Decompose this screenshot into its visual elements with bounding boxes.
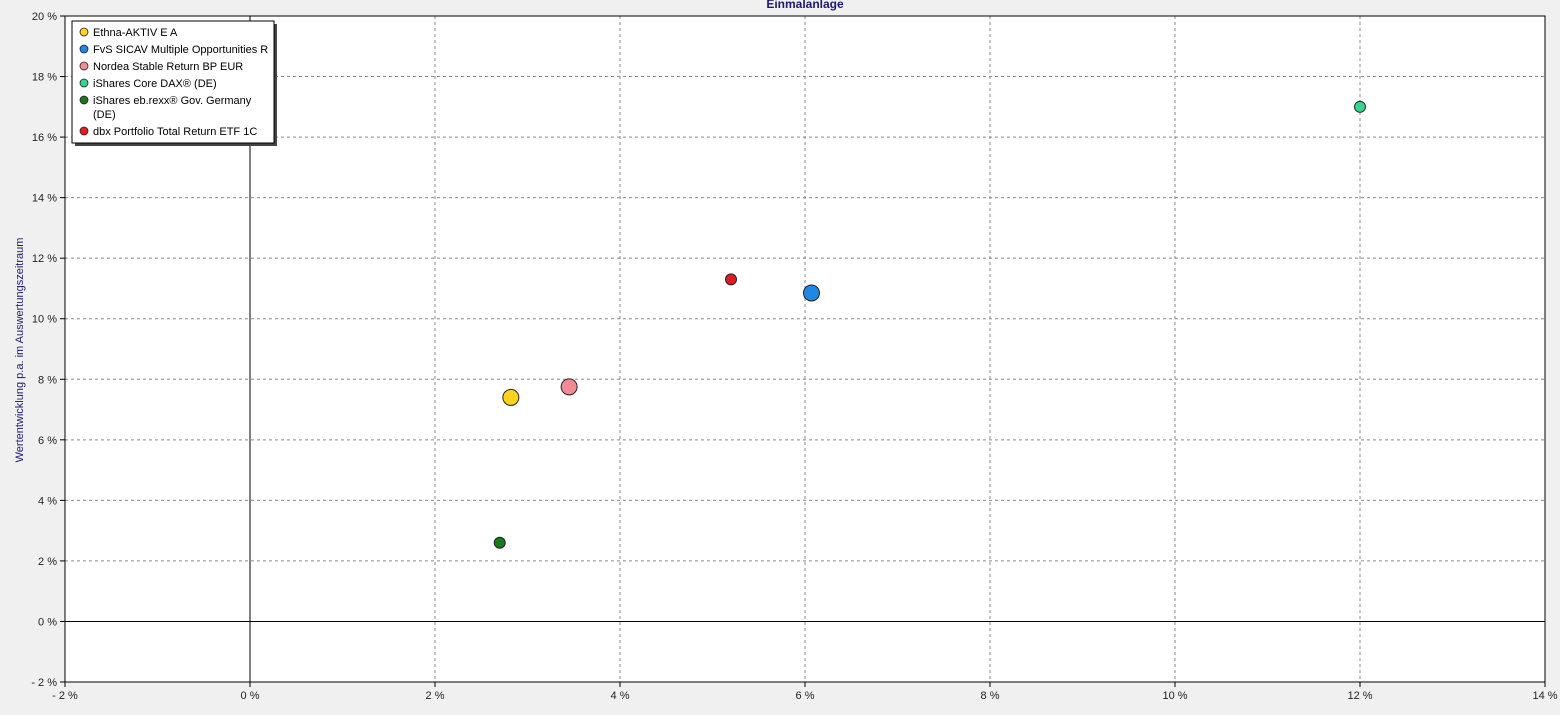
scatter-chart: - 2 % 0 % 2 % 4 % 6 % 8 % 10 % 12 % 14 % - 2 % 0 %… xyxy=(14,0,1558,702)
legend-entry-label: Nordea Stable Return BP EUR xyxy=(93,61,243,73)
x-tick-label: 8 % xyxy=(981,690,1000,702)
data-point xyxy=(502,388,520,406)
legend-entry-label: dbx Portfolio Total Return ETF 1C xyxy=(93,126,257,138)
x-tick-label: - 2 % xyxy=(52,690,78,702)
x-tick-label: 0 % xyxy=(241,690,260,702)
legend-entry-label: FvS SICAV Multiple Opportunities R xyxy=(93,44,268,56)
x-tick-label: 12 % xyxy=(1347,690,1372,702)
x-tick-label: 14 % xyxy=(1532,690,1557,702)
y-tick-label: 16 % xyxy=(32,132,57,144)
legend-entry-label: Ethna-AKTIV E A xyxy=(93,27,178,39)
y-tick-label: 20 % xyxy=(32,11,57,23)
x-tick-label: 2 % xyxy=(426,690,445,702)
x-tick-label: 4 % xyxy=(611,690,630,702)
legend-entry-label: iShares Core DAX® (DE) xyxy=(93,78,217,90)
y-tick-label: - 2 % xyxy=(31,677,57,689)
legend-marker xyxy=(79,95,89,105)
y-axis-label: Wertentwicklung p.a. im Auswertungszeitr… xyxy=(14,238,26,463)
y-tick-label: 10 % xyxy=(32,314,57,326)
x-tick-label: 10 % xyxy=(1162,690,1187,702)
y-tick-label: 2 % xyxy=(38,556,57,568)
legend-marker xyxy=(79,78,89,88)
y-tick-label: 8 % xyxy=(38,374,57,386)
legend-marker xyxy=(79,27,89,37)
y-tick-label: 0 % xyxy=(38,616,57,628)
y-tick-label: 6 % xyxy=(38,435,57,447)
y-tick-label: 18 % xyxy=(32,72,57,84)
data-point xyxy=(560,378,578,396)
data-point xyxy=(1354,100,1366,113)
y-tick-label: 4 % xyxy=(38,495,57,507)
data-point xyxy=(802,284,820,302)
legend-marker xyxy=(79,126,89,136)
y-tick-label: 14 % xyxy=(32,193,57,205)
legend-marker xyxy=(79,61,89,71)
y-tick-label: 12 % xyxy=(32,253,57,265)
legend-marker xyxy=(79,44,89,54)
data-point xyxy=(493,536,506,549)
data-point xyxy=(725,273,737,286)
chart-title: Einmalanlage xyxy=(766,0,844,11)
x-tick-label: 6 % xyxy=(796,690,815,702)
chart-container: - 2 % 0 % 2 % 4 % 6 % 8 % 10 % 12 % 14 % - 2 % 0 %… xyxy=(0,0,1560,715)
